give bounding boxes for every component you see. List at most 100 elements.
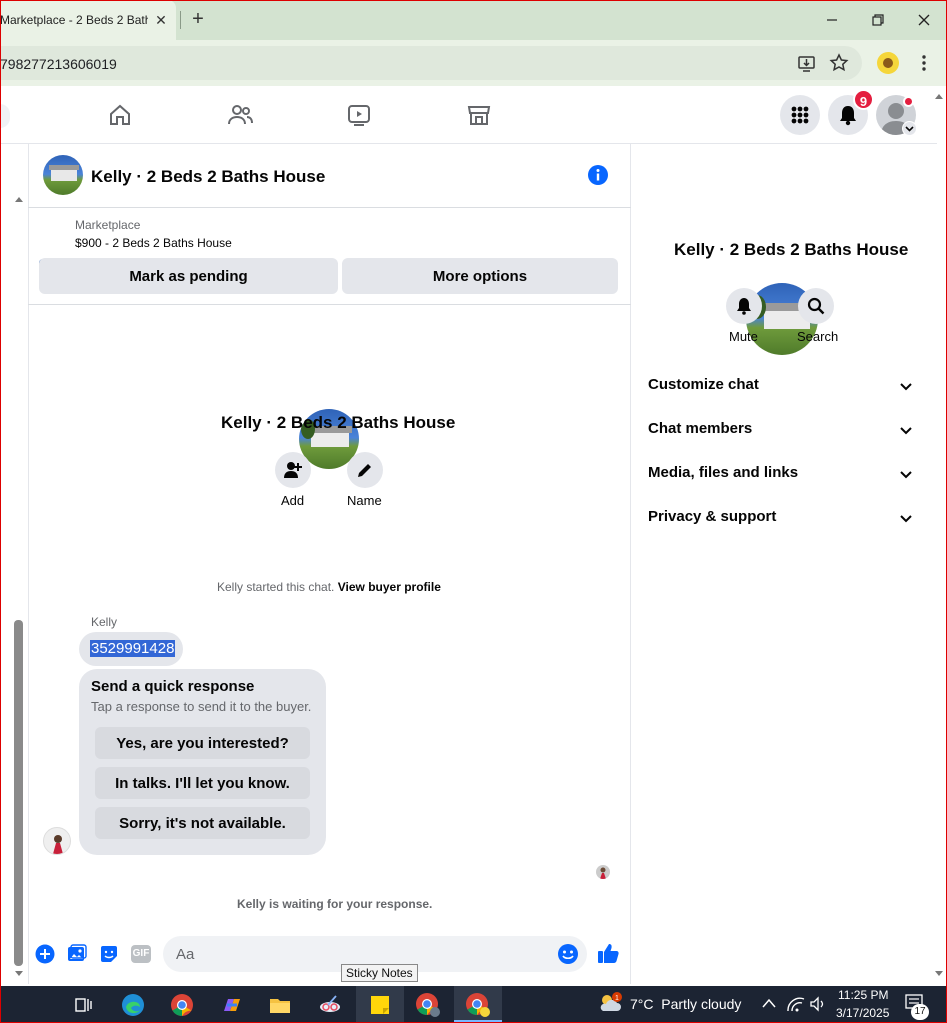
intro-title: Kelly · 2 Beds 2 Baths House [221, 413, 456, 432]
browser-menu-icon[interactable] [916, 53, 932, 73]
close-window-icon[interactable] [912, 8, 936, 32]
quick-response-subtitle: Tap a response to send it to the buyer. [91, 699, 312, 714]
address-bar[interactable] [0, 46, 862, 80]
minimize-icon[interactable] [820, 8, 844, 32]
name-chat-button[interactable] [347, 452, 383, 488]
sticker-icon[interactable] [99, 944, 119, 964]
file-explorer-icon[interactable] [265, 990, 295, 1020]
listing-source: Marketplace [75, 218, 141, 232]
scroll-up-icon[interactable] [14, 195, 24, 203]
chat-members-section[interactable]: Chat members [648, 420, 923, 442]
listing-summary[interactable]: $900 - 2 Beds 2 Baths House [75, 236, 232, 250]
message-placeholder: Aa [176, 946, 195, 963]
gif-icon[interactable]: GIF [131, 945, 151, 963]
chrome-profile-icon[interactable] [413, 990, 443, 1020]
video-icon[interactable] [344, 100, 374, 130]
taskbar-tooltip: Sticky Notes [341, 964, 418, 982]
sender-avatar[interactable] [43, 827, 71, 855]
media-files-links-section[interactable]: Media, files and links [648, 464, 923, 486]
search-icon [807, 297, 825, 315]
tab-separator [180, 11, 181, 29]
privacy-support-section[interactable]: Privacy & support [648, 508, 923, 530]
seen-avatar [596, 865, 610, 879]
customize-chat-section[interactable]: Customize chat [648, 376, 923, 398]
search-label: Search [797, 329, 839, 344]
waiting-notice: Kelly is waiting for your response. [237, 897, 433, 911]
marketplace-icon[interactable] [464, 100, 494, 130]
grid-icon [791, 106, 809, 124]
sticky-notes-icon[interactable] [356, 986, 404, 1023]
weather-text[interactable]: 7°C Partly cloudy [630, 996, 741, 1012]
info-icon[interactable] [587, 164, 609, 186]
pencil-icon [358, 464, 371, 477]
add-person-icon [284, 462, 302, 478]
search-in-chat-button[interactable] [798, 288, 834, 324]
mute-label: Mute [729, 329, 758, 344]
conversation-scrollbar[interactable] [14, 620, 23, 966]
view-buyer-profile-link[interactable]: View buyer profile [338, 580, 441, 594]
chat-started-text: Kelly started this chat. [217, 580, 335, 594]
photo-icon[interactable] [67, 944, 87, 964]
tab-close-icon[interactable]: ✕ [152, 11, 170, 29]
svg-text:1: 1 [615, 995, 619, 1002]
section-label: Privacy & support [648, 508, 777, 525]
emoji-icon[interactable] [557, 943, 579, 965]
more-actions-icon[interactable] [35, 944, 55, 964]
edge-icon[interactable] [118, 990, 148, 1020]
notification-badge: 9 [853, 89, 874, 110]
chevron-down-icon [900, 471, 912, 479]
like-icon[interactable] [597, 942, 619, 964]
quick-response-title: Send a quick response [91, 678, 255, 695]
tab-title: Marketplace - 2 Beds 2 Bath [0, 13, 148, 27]
browser-tab[interactable]: Marketplace - 2 Beds 2 Bath ✕ [0, 0, 176, 40]
chat-details-panel [632, 144, 935, 984]
show-hidden-icons[interactable] [762, 997, 776, 1009]
snipping-tool-icon[interactable] [315, 990, 345, 1020]
notification-count-badge: 17 [911, 1004, 929, 1020]
weather-icon[interactable]: 1 [597, 991, 623, 1015]
url-text: 798277213606019 [0, 56, 117, 72]
quick-response-button[interactable]: Sorry, it's not available. [95, 807, 310, 839]
profile-avatar-icon[interactable] [877, 52, 899, 74]
more-options-button[interactable]: More options [342, 258, 618, 294]
chevron-down-icon [900, 383, 912, 391]
mute-button[interactable] [726, 288, 762, 324]
section-label: Chat members [648, 420, 753, 437]
account-chevron-icon[interactable] [902, 121, 917, 136]
bookmark-star-icon[interactable] [829, 53, 849, 73]
new-tab-icon[interactable]: + [188, 9, 208, 29]
clock-time[interactable]: 11:25 PM [838, 988, 888, 1002]
chat-avatar[interactable] [43, 155, 83, 195]
menu-grid-button[interactable] [780, 95, 820, 135]
mark-as-pending-button[interactable]: Mark as pending [39, 258, 338, 294]
chrome-icon[interactable] [167, 990, 197, 1020]
page-scroll-up-icon[interactable] [934, 92, 944, 100]
account-alert-dot [903, 96, 914, 107]
details-title: Kelly · 2 Beds 2 Baths House [674, 240, 909, 259]
friends-icon[interactable] [225, 100, 255, 130]
sender-name: Kelly [91, 615, 118, 629]
add-people-button[interactable] [275, 452, 311, 488]
chrome-active-icon[interactable] [454, 986, 502, 1023]
page-scroll-down-icon[interactable] [934, 970, 944, 978]
conversation-title[interactable]: Kelly · 2 Beds 2 Baths House [91, 167, 325, 187]
chevron-down-icon [900, 515, 912, 523]
volume-icon[interactable] [809, 996, 827, 1012]
scroll-down-icon[interactable] [14, 970, 24, 978]
quick-response-button[interactable]: In talks. I'll let you know. [95, 767, 310, 799]
chevron-down-icon [900, 427, 912, 435]
add-label: Add [281, 493, 305, 508]
task-view-icon[interactable] [68, 990, 98, 1020]
copilot-icon[interactable] [217, 990, 247, 1020]
bell-icon [737, 298, 751, 315]
restore-icon[interactable] [866, 8, 890, 32]
name-label: Name [347, 493, 382, 508]
listing-divider [28, 304, 631, 305]
clock-date[interactable]: 3/17/2025 [836, 1006, 889, 1020]
home-icon[interactable] [105, 100, 135, 130]
wifi-icon[interactable] [787, 996, 805, 1012]
install-app-icon[interactable] [797, 53, 817, 73]
quick-response-button[interactable]: Yes, are you interested? [95, 727, 310, 759]
phone-message-text[interactable]: 3529991428 [90, 640, 176, 657]
section-label: Media, files and links [648, 464, 799, 481]
